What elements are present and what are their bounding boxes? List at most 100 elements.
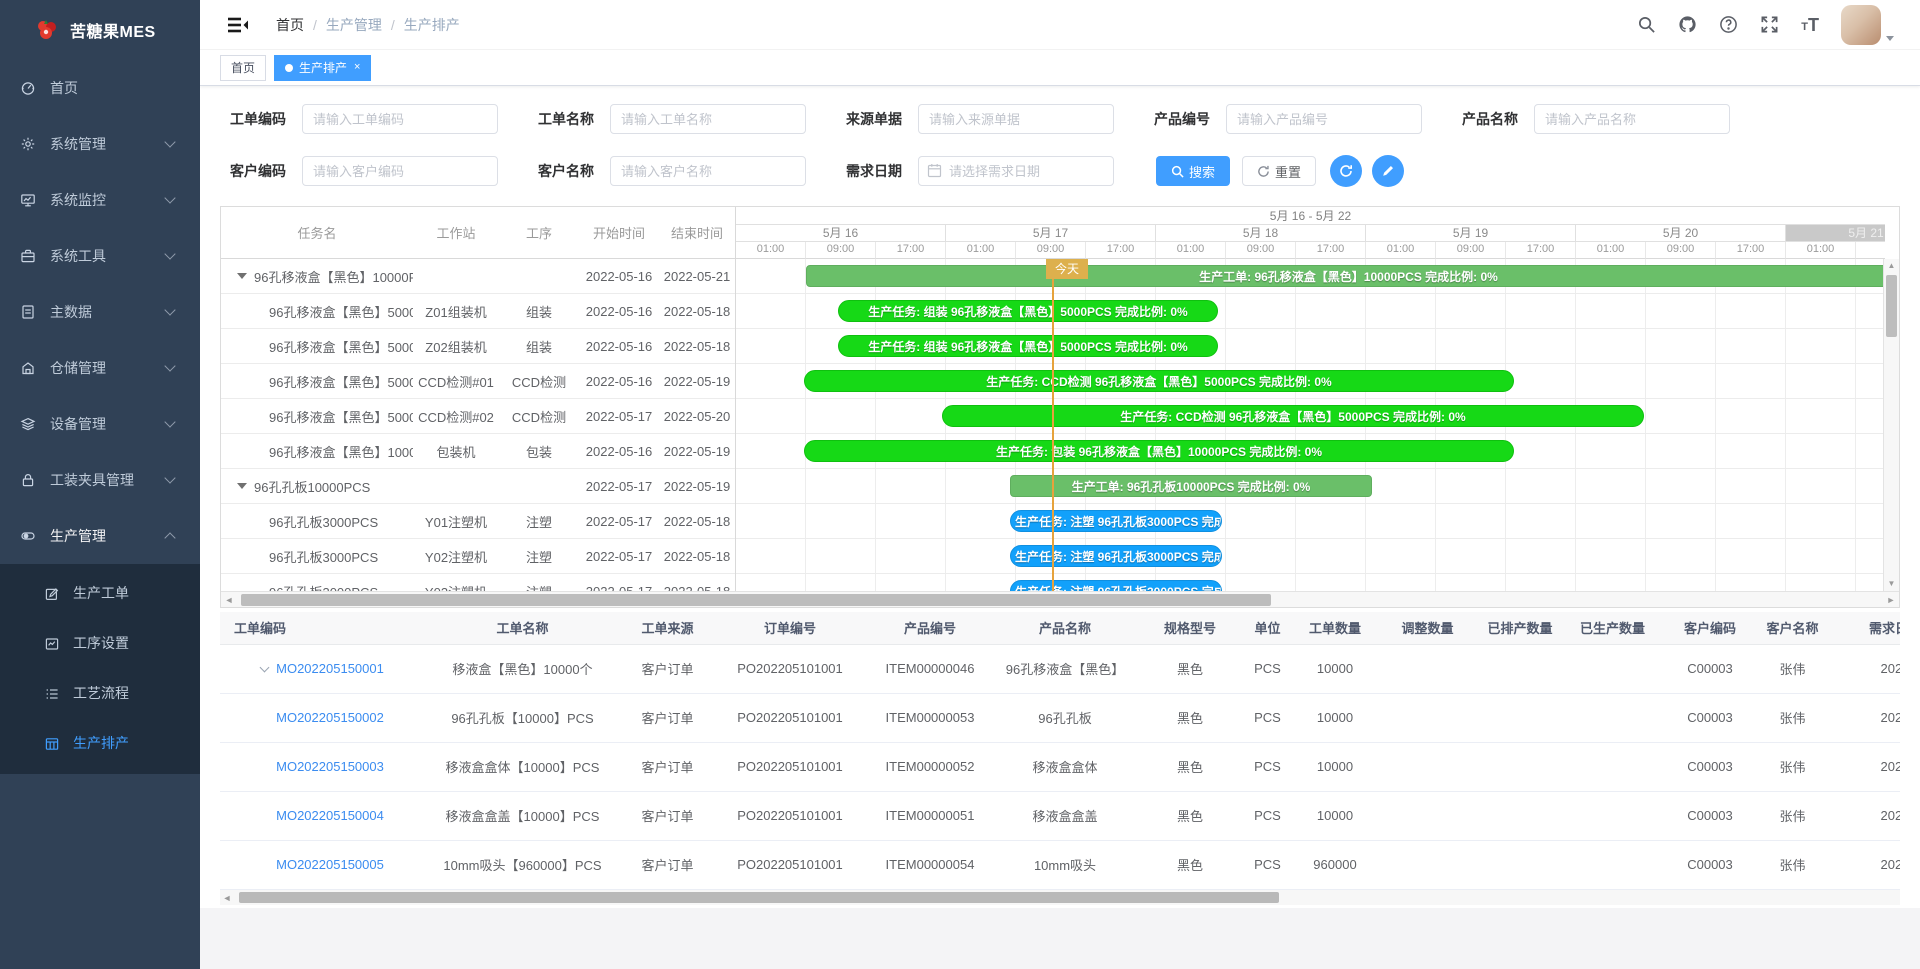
sidebar-item-label: 系统工具	[50, 246, 166, 266]
sidebar-subitem-生产工单[interactable]: 生产工单	[0, 568, 200, 618]
order-row[interactable]: MO202205150002 96孔孔板【10000】PCS 客户订单 PO20…	[220, 693, 1900, 742]
row-expand-icon[interactable]	[260, 663, 270, 673]
sidebar-item-系统工具[interactable]: 系统工具	[0, 228, 200, 284]
scroll-left-arrow[interactable]: ◄	[221, 595, 237, 605]
search-icon[interactable]	[1637, 15, 1656, 34]
task-end-date: 2022-05-20	[659, 409, 735, 424]
workorder-link[interactable]: MO202205150005	[276, 857, 384, 872]
workorder-link[interactable]: MO202205150004	[276, 808, 384, 823]
gantt-bar[interactable]: 生产任务: 注塑 96孔孔板3000PCS 完成比例: 0%	[1010, 510, 1222, 532]
order-row[interactable]: MO202205150001 移液盒【黑色】10000个 客户订单 PO2022…	[220, 644, 1900, 693]
sidebar-toggle-icon[interactable]	[228, 17, 248, 33]
user-menu[interactable]	[1841, 5, 1894, 45]
task-start-date: 2022-05-17	[579, 409, 659, 424]
scroll-down-arrow[interactable]: ▼	[1884, 577, 1899, 591]
collapse-triangle-icon[interactable]	[237, 273, 247, 279]
cell-unit: PCS	[1245, 742, 1290, 791]
cell-scheduled-qty	[1475, 644, 1565, 693]
sidebar-item-主数据[interactable]: 主数据	[0, 284, 200, 340]
scroll-right-arrow[interactable]: ►	[1883, 595, 1899, 605]
product-name-input[interactable]	[1534, 104, 1730, 134]
cell-produced-qty	[1565, 791, 1660, 840]
order-row[interactable]: MO202205150003 移液盒盒体【10000】PCS 客户订单 PO20…	[220, 742, 1900, 791]
gantt-task-row[interactable]: 96孔移液盒【黑色】10000PCS 包装机 包装 2022-05-16 202…	[221, 434, 735, 469]
scroll-up-arrow[interactable]: ▲	[1884, 259, 1899, 273]
sidebar-item-系统管理[interactable]: 系统管理	[0, 116, 200, 172]
tab-close-icon[interactable]: ×	[354, 62, 360, 73]
sidebar-subitem-工艺流程[interactable]: 工艺流程	[0, 668, 200, 718]
gantt-task-row[interactable]: 96孔移液盒【黑色】10000PCS 2022-05-16 2022-05-21	[221, 259, 735, 294]
workorder-link[interactable]: MO202205150003	[276, 759, 384, 774]
refresh-circle-button[interactable]	[1330, 155, 1362, 187]
sidebar-item-label: 首页	[50, 78, 200, 98]
customer-code-input[interactable]	[302, 156, 498, 186]
logo[interactable]: 苦糖果MES	[0, 0, 200, 60]
scrollbar-thumb[interactable]	[1886, 275, 1897, 337]
sidebar-item-工装夹具管理[interactable]: 工装夹具管理	[0, 452, 200, 508]
workorder-link[interactable]: MO202205150001	[276, 661, 384, 676]
sidebar-subitem-工序设置[interactable]: 工序设置	[0, 618, 200, 668]
page-bottom-band	[200, 908, 1920, 969]
gantt-bar[interactable]: 生产任务: CCD检测 96孔移液盒【黑色】5000PCS 完成比例: 0%	[804, 370, 1514, 392]
gantt-task-row[interactable]: 96孔移液盒【黑色】5000PCS Z01组装机 组装 2022-05-16 2…	[221, 294, 735, 329]
sidebar-item-生产管理[interactable]: 生产管理	[0, 508, 200, 564]
day-cell: 5月 19	[1366, 225, 1576, 242]
scrollbar-thumb[interactable]	[239, 892, 1279, 903]
workorder-link[interactable]: MO202205150002	[276, 710, 384, 725]
field-label: 客户名称	[538, 161, 610, 181]
customer-name-input[interactable]	[610, 156, 806, 186]
gantt-task-row[interactable]: 96孔孔板10000PCS 2022-05-17 2022-05-19	[221, 469, 735, 504]
sidebar-item-首页[interactable]: 首页	[0, 60, 200, 116]
gantt-bar[interactable]: 生产任务: 组装 96孔移液盒【黑色】5000PCS 完成比例: 0%	[838, 335, 1218, 357]
field-label: 产品名称	[1462, 109, 1534, 129]
collapse-triangle-icon[interactable]	[237, 483, 247, 489]
breadcrumb-home[interactable]: 首页	[276, 15, 304, 35]
field-label: 客户编码	[230, 161, 302, 181]
scrollbar-thumb[interactable]	[241, 594, 1271, 606]
product-code-input[interactable]	[1226, 104, 1422, 134]
gantt-task-row[interactable]: 96孔移液盒【黑色】5000PCS CCD检测#01 CCD检测 2022-05…	[221, 364, 735, 399]
source-doc-input[interactable]	[918, 104, 1114, 134]
task-start-date: 2022-05-16	[579, 269, 659, 284]
workorder-code-input[interactable]	[302, 104, 498, 134]
edit-circle-button[interactable]	[1372, 155, 1404, 187]
gantt-bar[interactable]: 生产工单: 96孔移液盒【黑色】10000PCS 完成比例: 0%	[806, 265, 1885, 287]
gantt-bar[interactable]: 生产工单: 96孔孔板10000PCS 完成比例: 0%	[1010, 475, 1372, 497]
gantt-bar[interactable]: 生产任务: 包装 96孔移液盒【黑色】10000PCS 完成比例: 0%	[804, 440, 1514, 462]
order-row[interactable]: MO202205150004 移液盒盒盖【10000】PCS 客户订单 PO20…	[220, 791, 1900, 840]
tab-home[interactable]: 首页	[220, 55, 266, 81]
cell-customer-name: 张伟	[1760, 693, 1825, 742]
filter-customer-name: 客户名称	[538, 156, 814, 186]
demand-date-input[interactable]	[918, 156, 1114, 186]
sidebar-item-仓储管理[interactable]: 仓储管理	[0, 340, 200, 396]
reset-button[interactable]: 重置	[1242, 156, 1316, 186]
sidebar-item-设备管理[interactable]: 设备管理	[0, 396, 200, 452]
task-workstation: 包装机	[413, 442, 499, 461]
gantt-task-row[interactable]: 96孔孔板3000PCS Y01注塑机 注塑 2022-05-17 2022-0…	[221, 504, 735, 539]
gantt-bar[interactable]: 生产任务: 注塑 96孔孔板3000PCS 完成比例: 0%	[1010, 545, 1222, 567]
task-process: 注塑	[499, 547, 579, 566]
gantt-task-row[interactable]: 96孔移液盒【黑色】5000PCS CCD检测#02 CCD检测 2022-05…	[221, 399, 735, 434]
font-size-icon[interactable]: TT	[1801, 17, 1819, 33]
tab-production-scheduling[interactable]: 生产排产 ×	[274, 55, 371, 81]
orders-header-调整数量: 调整数量	[1380, 612, 1475, 644]
scroll-left-arrow[interactable]: ◄	[220, 893, 234, 903]
gantt-task-row[interactable]: 96孔孔板3000PCS Y02注塑机 注塑 2022-05-17 2022-0…	[221, 539, 735, 574]
task-start-date: 2022-05-17	[579, 479, 659, 494]
sidebar-item-系统监控[interactable]: 系统监控	[0, 172, 200, 228]
search-button[interactable]: 搜索	[1156, 156, 1230, 186]
question-icon[interactable]	[1719, 15, 1738, 34]
gantt-vertical-scrollbar[interactable]: ▲ ▼	[1883, 259, 1899, 591]
order-row[interactable]: MO202205150005 10mm吸头【960000】PCS 客户订单 PO…	[220, 840, 1900, 889]
gantt-bar[interactable]: 生产任务: 组装 96孔移液盒【黑色】5000PCS 完成比例: 0%	[838, 300, 1218, 322]
gantt-task-row[interactable]: 96孔移液盒【黑色】5000PCS Z02组装机 组装 2022-05-16 2…	[221, 329, 735, 364]
github-icon[interactable]	[1678, 15, 1697, 34]
orders-horizontal-scrollbar[interactable]: ◄	[220, 890, 1900, 905]
navbar-actions: TT	[1637, 5, 1920, 45]
sidebar-subitem-生产排产[interactable]: 生产排产	[0, 718, 200, 768]
gantt-horizontal-scrollbar[interactable]: ◄ ►	[221, 591, 1899, 607]
gantt-bar[interactable]: 生产任务: CCD检测 96孔移液盒【黑色】5000PCS 完成比例: 0%	[942, 405, 1644, 427]
workorder-name-input[interactable]	[610, 104, 806, 134]
orders-header-客户名称: 客户名称	[1760, 612, 1825, 644]
fullscreen-icon[interactable]	[1760, 15, 1779, 34]
